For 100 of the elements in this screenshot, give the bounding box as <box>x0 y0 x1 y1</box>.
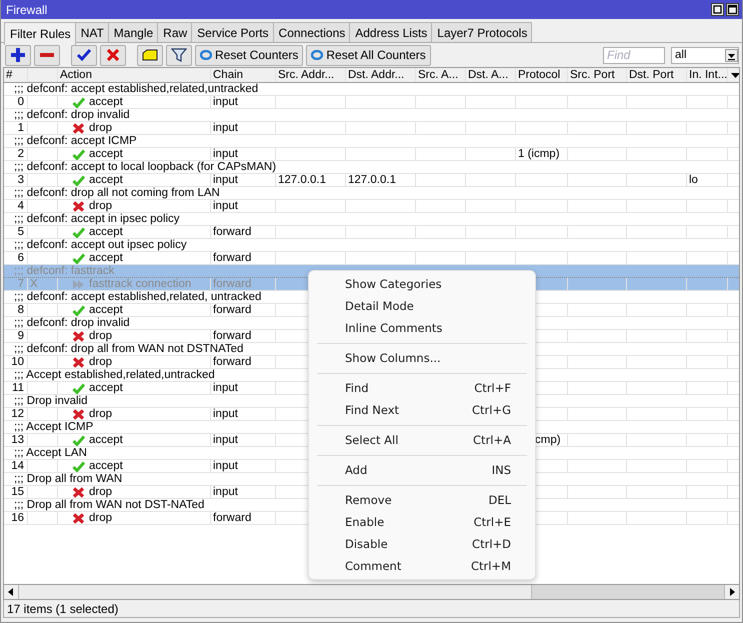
column-header[interactable]: Dst. Addr... <box>346 68 416 82</box>
rule-comment: ;;; defconf: drop invalid <box>14 317 130 329</box>
check-icon <box>72 252 85 264</box>
check-icon <box>72 226 85 238</box>
rule-chain: forward <box>213 512 252 524</box>
rule-number: 12 <box>11 408 24 420</box>
rule-row[interactable]: 3 accept input 127.0.0.1 127.0.0.1 lo <box>4 174 739 187</box>
rule-action: drop <box>89 330 112 342</box>
rule-action: accept <box>89 174 123 186</box>
tab[interactable]: Service Ports <box>191 22 274 42</box>
rule-protocol: cmp) <box>535 434 561 446</box>
tab[interactable]: Filter Rules <box>4 22 76 45</box>
rule-action: accept <box>89 382 123 394</box>
cross-icon <box>105 47 121 63</box>
disable-button[interactable] <box>100 44 126 66</box>
rule-chain: input <box>213 460 238 472</box>
menu-item[interactable]: Disable Ctrl+D <box>309 533 535 555</box>
remove-button[interactable] <box>34 44 60 66</box>
column-header[interactable]: Chain <box>211 68 276 82</box>
rule-action: drop <box>89 356 112 368</box>
tab[interactable]: Address Lists <box>349 22 432 42</box>
rule-action: drop <box>89 122 112 134</box>
menu-item[interactable]: Detail Mode <box>309 295 535 317</box>
cross-icon <box>72 330 85 342</box>
rule-number: 4 <box>18 200 24 212</box>
tab[interactable]: Layer7 Protocols <box>431 22 532 42</box>
check-icon <box>72 382 85 394</box>
comment-button[interactable] <box>137 44 163 66</box>
find-field[interactable]: Find <box>603 46 665 64</box>
rule-chain: forward <box>213 252 252 264</box>
rule-action: accept <box>89 252 123 264</box>
filter-dropdown[interactable]: all <box>671 46 739 64</box>
rule-number: 14 <box>11 460 24 472</box>
tab[interactable]: NAT <box>74 22 109 42</box>
menu-shortcut: INS <box>492 463 511 477</box>
column-header[interactable]: In. Int... <box>687 68 728 82</box>
restore-icon[interactable] <box>711 3 724 16</box>
reset-icon <box>311 50 324 60</box>
rule-chain: input <box>213 434 238 446</box>
rule-chain: input <box>213 200 238 212</box>
rule-comment: ;;; Accept LAN <box>14 447 87 459</box>
check-icon <box>72 96 85 108</box>
check-icon <box>72 460 85 472</box>
rule-chain: input <box>213 382 238 394</box>
rule-comment: ;;; Drop all from WAN not DST-NATed <box>14 499 204 511</box>
window-title: Firewall <box>6 2 48 16</box>
menu-item[interactable]: Enable Ctrl+E <box>309 511 535 533</box>
maximize-icon[interactable] <box>726 3 739 16</box>
enable-button[interactable] <box>71 44 97 66</box>
tab[interactable]: Raw <box>157 22 192 42</box>
rule-row[interactable]: 2 accept input 1 (icmp) <box>4 148 739 161</box>
filter-button[interactable] <box>166 44 192 66</box>
rule-number: 8 <box>18 304 24 316</box>
scrollbar-thumb[interactable] <box>19 585 532 599</box>
rule-row[interactable]: 1 drop input <box>4 122 739 135</box>
column-header[interactable]: Dst. A... <box>466 68 516 82</box>
rule-action: accept <box>89 96 123 108</box>
rule-number: 16 <box>11 512 24 524</box>
rule-number: 7 <box>18 278 24 290</box>
check-icon <box>72 434 85 446</box>
cross-icon <box>72 356 85 368</box>
rule-chain: input <box>213 148 238 160</box>
plus-icon <box>10 47 26 63</box>
column-header[interactable]: Action <box>58 68 211 82</box>
rule-chain: input <box>213 408 238 420</box>
rule-chain: input <box>213 486 238 498</box>
menu-item[interactable]: Select All Ctrl+A <box>309 429 535 451</box>
rule-chain: input <box>213 122 238 134</box>
menu-label: Disable <box>345 537 388 551</box>
column-header[interactable]: Dst. Port <box>627 68 687 82</box>
column-header[interactable]: # <box>4 68 28 82</box>
menu-item[interactable]: Show Columns... <box>309 347 535 369</box>
rule-comment: ;;; defconf: fasttrack <box>14 265 114 277</box>
reset-button[interactable]: Reset Counters <box>195 44 304 66</box>
column-header[interactable]: Protocol <box>516 68 568 82</box>
column-header[interactable]: Src. A... <box>416 68 466 82</box>
check-icon <box>76 47 92 63</box>
menu-item[interactable]: Find Next Ctrl+G <box>309 399 535 421</box>
column-header[interactable]: Src. Addr... <box>276 68 346 82</box>
tab[interactable]: Connections <box>272 22 350 42</box>
add-button[interactable] <box>5 44 31 66</box>
menu-item[interactable]: Find Ctrl+F <box>309 377 535 399</box>
menu-item[interactable]: Comment Ctrl+M <box>309 555 535 577</box>
rule-number: 10 <box>11 356 24 368</box>
menu-item[interactable]: Add INS <box>309 459 535 481</box>
check-icon <box>72 174 85 186</box>
rule-comment: ;;; defconf: accept ICMP <box>14 135 137 147</box>
rule-action: accept <box>89 148 123 160</box>
rule-chain: forward <box>213 226 252 238</box>
rule-row[interactable]: 4 drop input <box>4 200 739 213</box>
rule-chain: input <box>213 174 238 186</box>
rule-row[interactable]: 0 accept input <box>4 96 739 109</box>
rule-comment: ;;; defconf: drop invalid <box>14 109 130 121</box>
column-header[interactable]: Src. Port <box>568 68 627 82</box>
tab[interactable]: Mangle <box>108 22 158 42</box>
filter-icon <box>171 47 187 63</box>
rule-row[interactable]: 5 accept forward <box>4 226 739 239</box>
reset-button[interactable]: Reset All Counters <box>306 44 431 66</box>
rule-chain: forward <box>213 278 252 290</box>
rule-action: drop <box>89 512 112 524</box>
